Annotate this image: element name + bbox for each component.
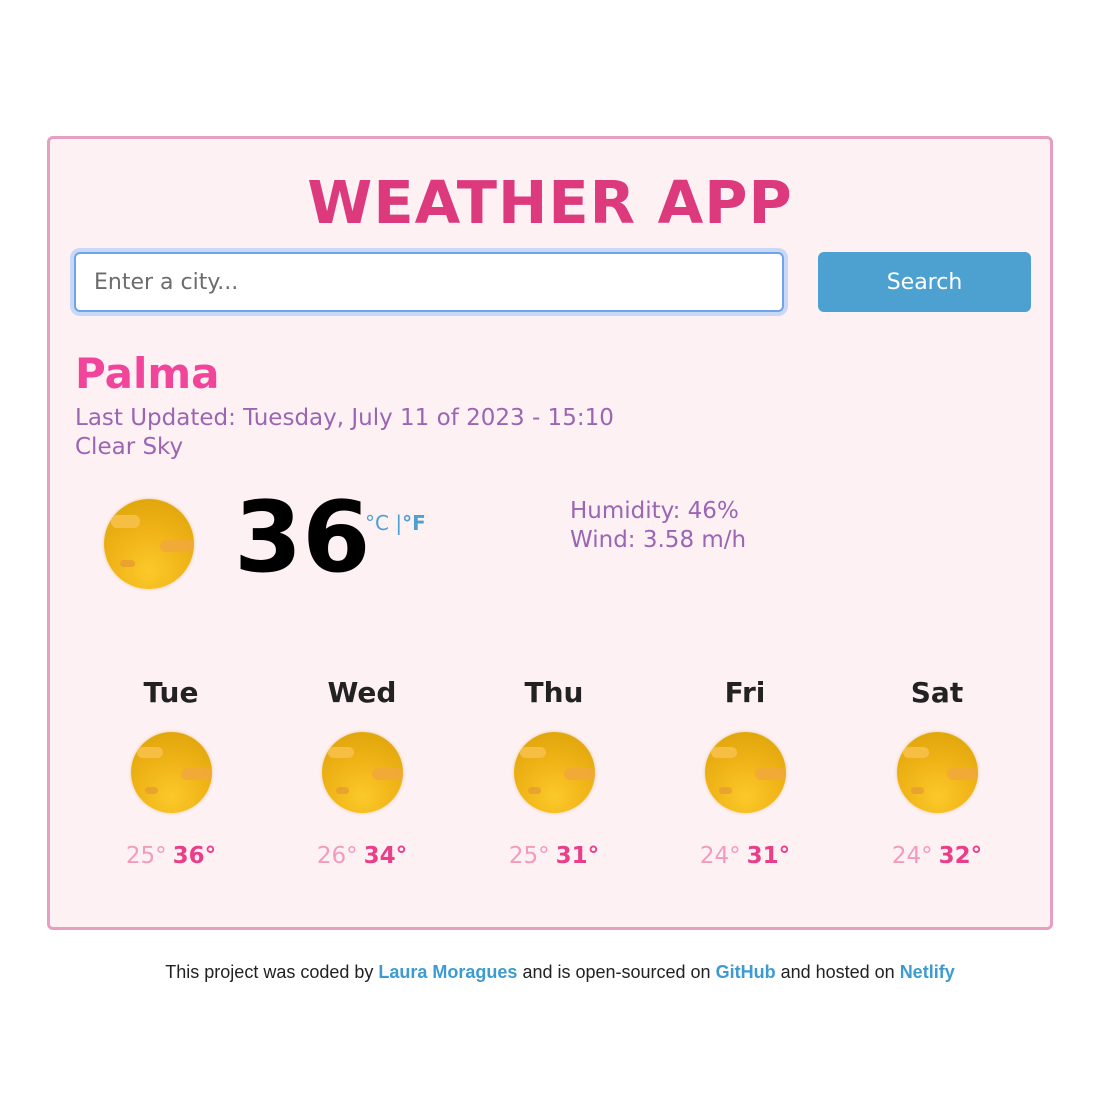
forecast-temps: 25° 36° [81,845,261,868]
forecast-min-temp: 26° [316,843,358,869]
forecast-day-name: Tue [143,676,199,709]
footer: This project was coded by Laura Moragues… [0,962,1120,983]
search-button[interactable]: Search [818,252,1031,312]
forecast-max-temp: 34° [363,843,408,869]
forecast-min-temp: 24° [699,843,741,869]
forecast-max-temp: 31° [555,843,600,869]
forecast-temps: 24° 31° [655,845,835,868]
forecast-min-temp: 24° [891,843,933,869]
footer-text: and is open-sourced on [517,962,716,982]
sun-icon [896,732,978,813]
celsius-link[interactable]: °C [365,511,389,535]
forecast-min-temp: 25° [508,843,550,869]
forecast-day-sat: Sat 24° 32° [847,679,1027,868]
forecast-max-temp: 32° [938,843,983,869]
wind: Wind: 3.58 m/h [570,527,747,553]
github-link[interactable]: GitHub [716,962,776,982]
last-updated: Last Updated: Tuesday, July 11 of 2023 -… [75,405,614,431]
forecast-day-name: Sat [910,676,964,709]
forecast: Tue 25° 36° Wed 26° 34° Thu 25° 31° Fri … [50,679,1050,879]
forecast-max-temp: 36° [172,843,217,869]
author-link[interactable]: Laura Moragues [378,962,517,982]
sun-icon [130,732,212,813]
current-temperature: 36 [234,481,371,595]
city-search-input[interactable] [74,252,784,312]
fahrenheit-link[interactable]: °F [402,511,426,535]
forecast-day-thu: Thu 25° 31° [464,679,644,868]
forecast-temps: 25° 31° [464,845,644,868]
forecast-day-tue: Tue 25° 36° [81,679,261,868]
sun-icon [321,732,403,813]
forecast-min-temp: 25° [125,843,167,869]
sun-icon [104,499,194,589]
forecast-day-name: Thu [524,676,584,709]
forecast-temps: 24° 32° [847,845,1027,868]
humidity: Humidity: 46% [570,498,739,524]
unit-toggle: °C |°F [365,511,426,535]
footer-text: This project was coded by [165,962,379,982]
sun-icon [704,732,786,813]
sun-icon [513,732,595,813]
city-name: Palma [75,349,220,398]
forecast-temps: 26° 34° [272,845,452,868]
netlify-link[interactable]: Netlify [900,962,955,982]
forecast-max-temp: 31° [746,843,791,869]
forecast-day-name: Fri [724,676,766,709]
page: WEATHER APP Search Palma Last Updated: T… [0,0,1120,1120]
forecast-day-wed: Wed 26° 34° [272,679,452,868]
weather-description: Clear Sky [75,434,184,460]
footer-text: and hosted on [775,962,900,982]
forecast-day-fri: Fri 24° 31° [655,679,835,868]
app-title: WEATHER APP [307,168,793,237]
weather-card: WEATHER APP Search Palma Last Updated: T… [47,136,1053,930]
forecast-day-name: Wed [327,676,397,709]
